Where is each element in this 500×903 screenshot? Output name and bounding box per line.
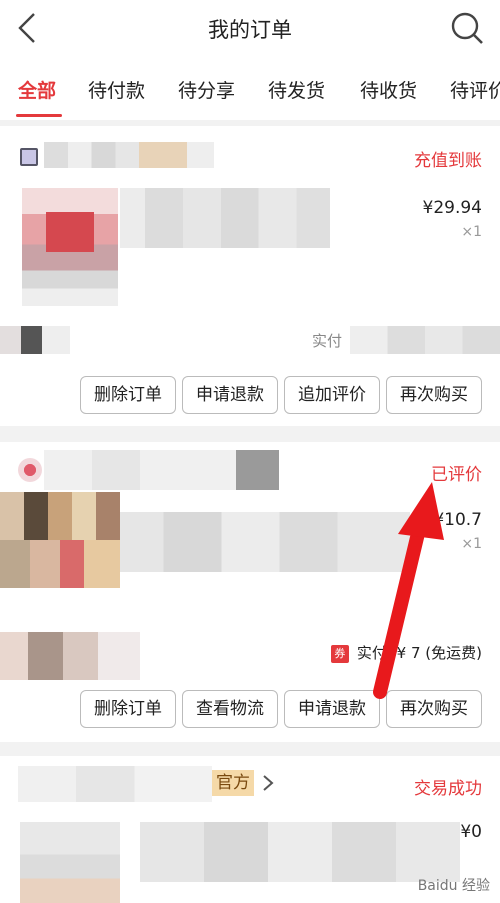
annotation-arrow-icon [373, 482, 444, 699]
